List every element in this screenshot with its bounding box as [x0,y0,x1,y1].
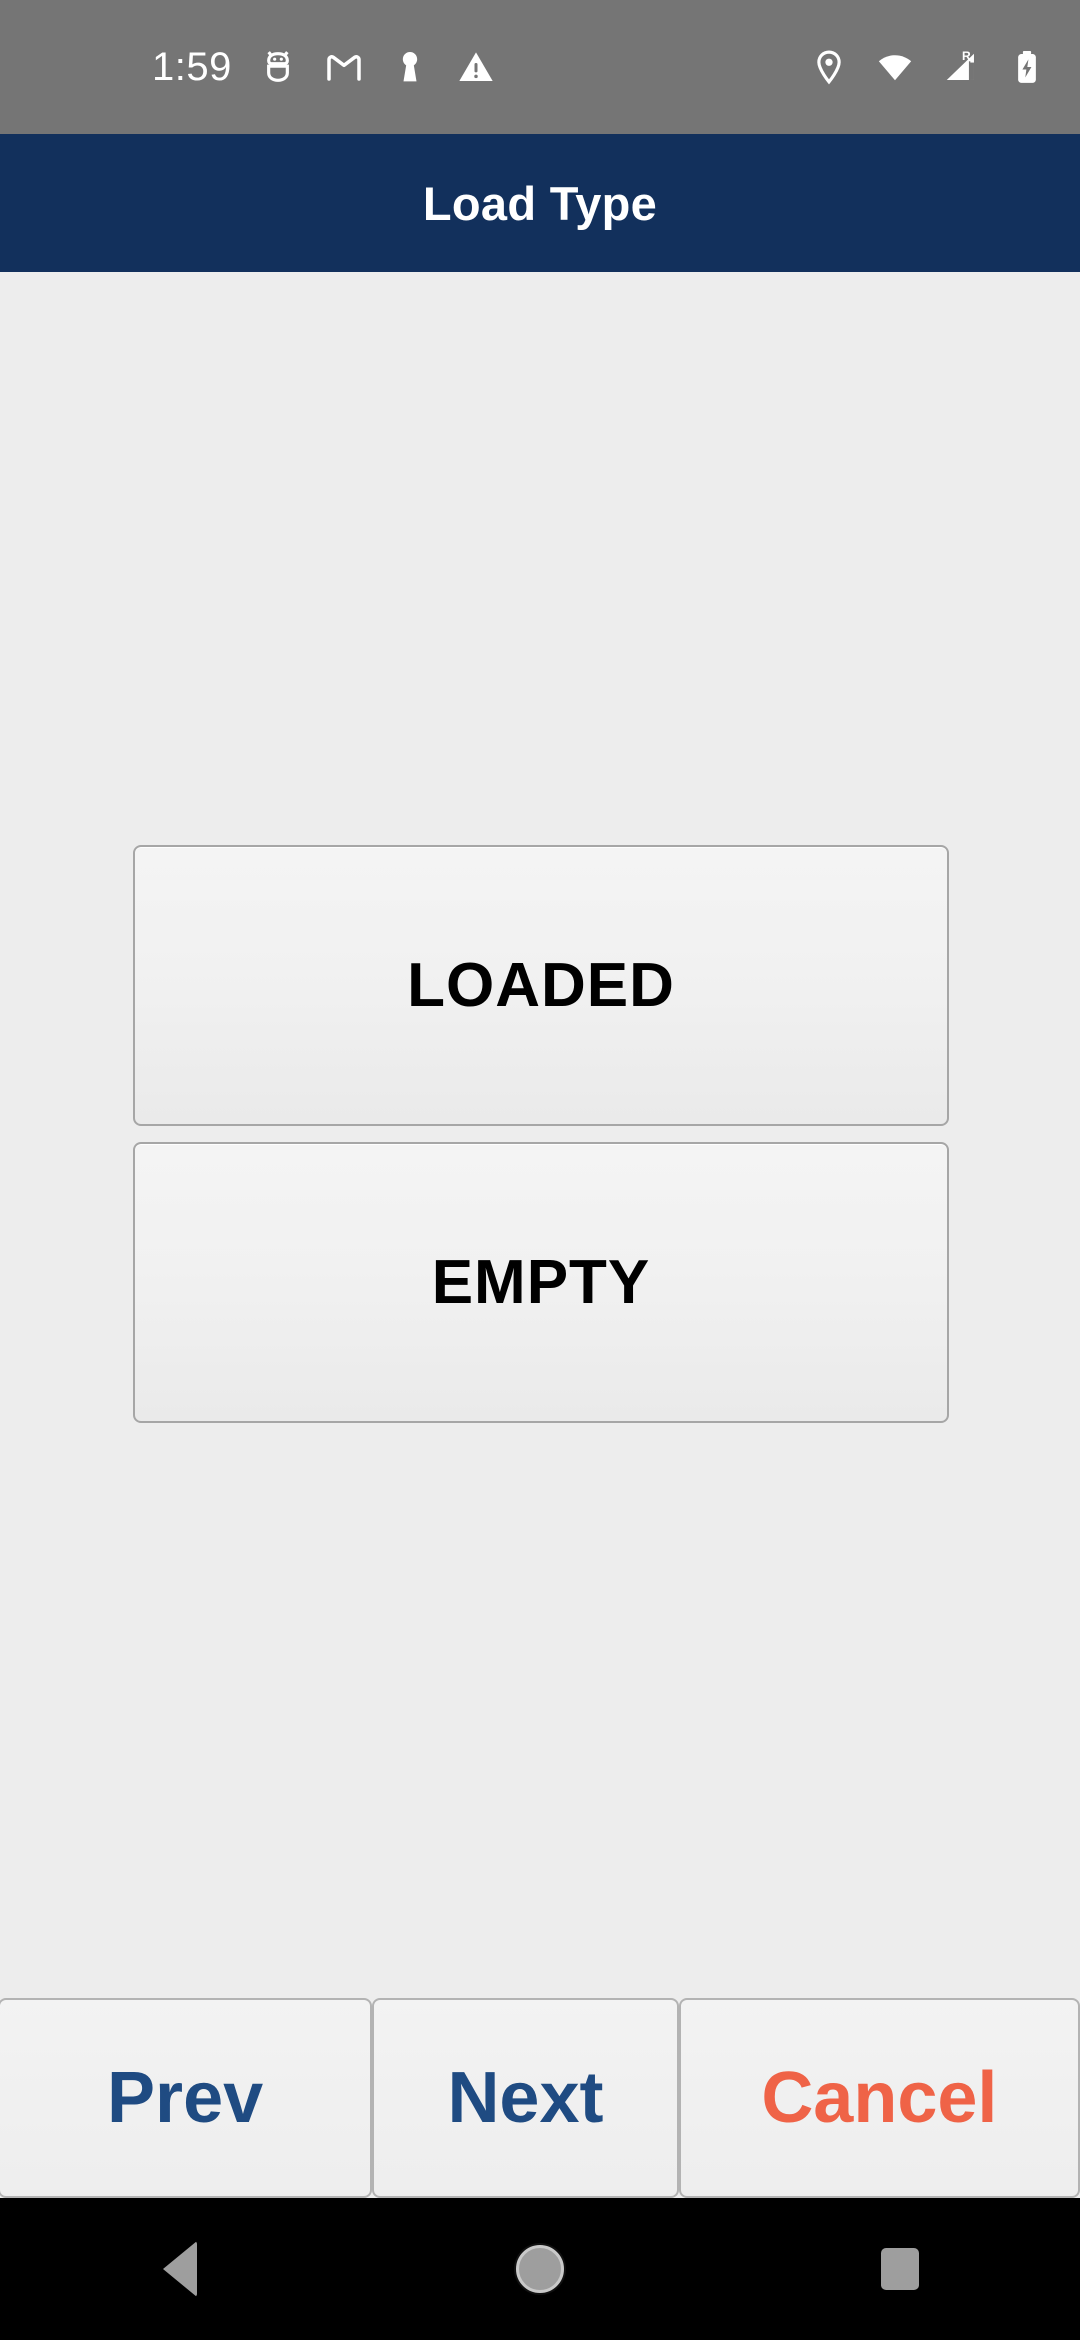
cellular-roaming-icon: R [942,48,980,86]
next-button[interactable]: Next [372,1998,679,2198]
prev-button-label: Prev [107,2058,264,2138]
nav-back-button[interactable] [80,2198,280,2340]
page-title: Load Type [422,176,658,230]
app-title-bar: Load Type [0,134,1080,272]
back-icon [163,2241,197,2297]
cancel-button-label: Cancel [761,2058,998,2138]
keyhole-icon [390,47,430,87]
recents-icon [881,2248,919,2290]
load-type-option-loaded[interactable]: LOADED [133,845,949,1126]
cancel-button[interactable]: Cancel [678,1998,1080,2198]
android-head-icon [258,47,298,87]
nav-recents-button[interactable] [800,2198,1000,2340]
app-screen: 1:59 R Load Type LOADED EMPTY Prev Next … [0,0,1080,2340]
load-type-option-label: EMPTY [431,1248,651,1317]
prev-button[interactable]: Prev [0,1998,373,2198]
nav-home-button[interactable] [440,2198,640,2340]
status-bar-clock: 1:59 [152,45,232,89]
battery-charging-icon [1008,48,1046,86]
svg-text:R: R [962,49,971,63]
next-button-label: Next [447,2058,604,2138]
home-icon [516,2245,564,2293]
wifi-icon [876,48,914,86]
load-type-options: LOADED EMPTY [133,845,949,1439]
load-type-option-empty[interactable]: EMPTY [133,1142,949,1423]
status-bar: 1:59 R [0,0,1080,134]
load-type-option-label: LOADED [407,951,675,1020]
location-pin-icon [810,48,848,86]
warning-triangle-icon [456,47,496,87]
status-bar-right-group: R [810,48,1046,86]
main-content: LOADED EMPTY [0,272,1080,1998]
android-navigation-bar [0,2198,1080,2340]
bottom-action-bar: Prev Next Cancel [0,1998,1080,2198]
status-bar-left-group: 1:59 [152,47,496,87]
gmail-icon [324,47,364,87]
